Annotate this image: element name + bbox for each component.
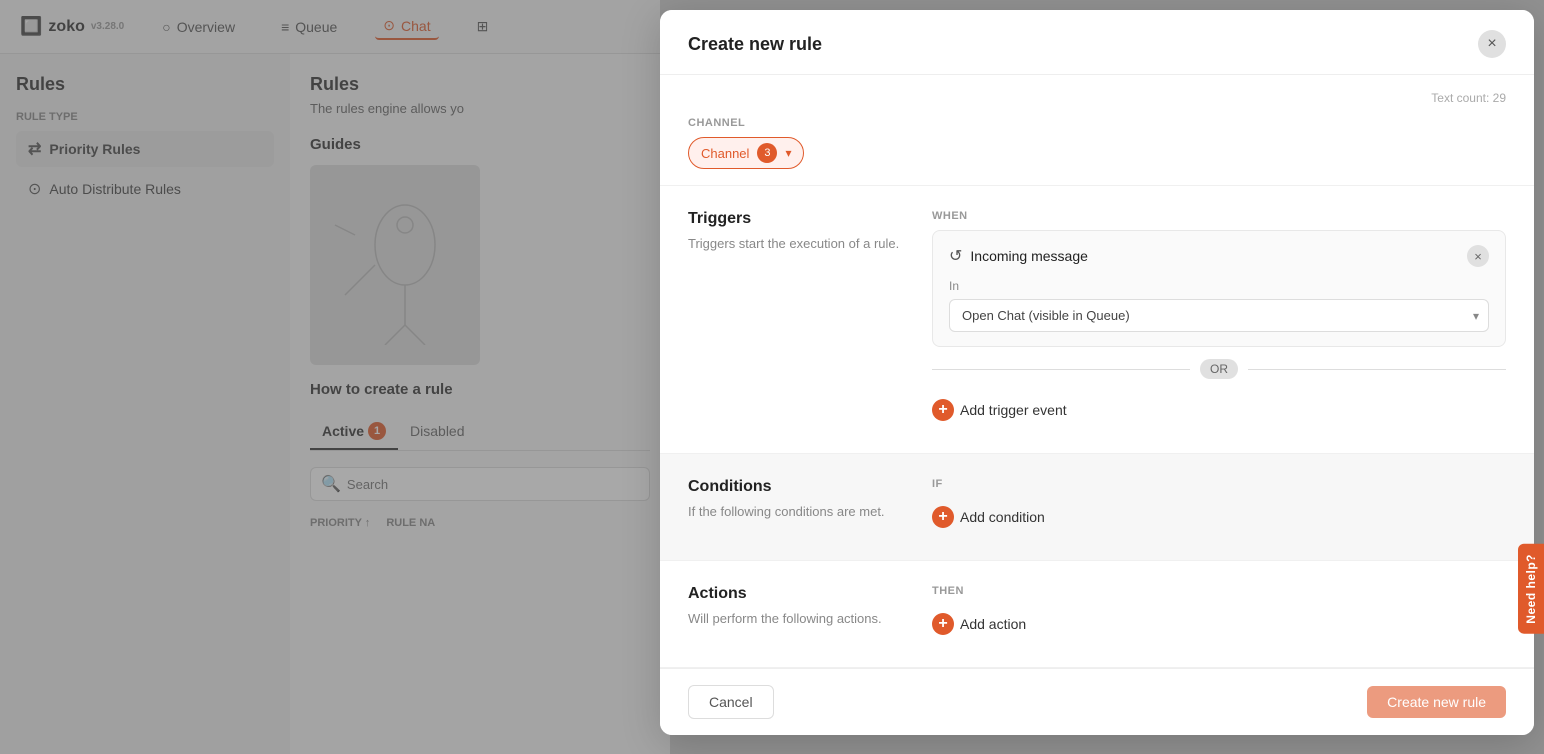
trigger-title-row: ↺ Incoming message <box>949 246 1088 266</box>
conditions-left: Conditions If the following conditions a… <box>688 478 908 536</box>
or-line-left <box>932 369 1190 370</box>
or-divider: OR <box>932 359 1506 379</box>
add-condition-label: Add condition <box>960 509 1045 525</box>
triggers-desc: Triggers start the execution of a rule. <box>688 234 908 254</box>
triggers-title: Triggers <box>688 210 908 228</box>
when-label: WHEN <box>932 210 1506 222</box>
conditions-right: IF + Add condition <box>932 478 1506 536</box>
channel-chevron-icon: ▾ <box>785 146 791 160</box>
or-badge: OR <box>1200 359 1238 379</box>
add-condition-icon: + <box>932 506 954 528</box>
text-count: Text count: 29 <box>1431 91 1506 105</box>
trigger-remove-button[interactable]: × <box>1467 245 1489 267</box>
trigger-name: Incoming message <box>970 248 1088 264</box>
add-condition-button[interactable]: + Add condition <box>932 498 1045 536</box>
channel-count-badge: 3 <box>757 143 777 163</box>
conditions-title: Conditions <box>688 478 908 496</box>
add-trigger-icon: + <box>932 399 954 421</box>
modal-close-button[interactable]: × <box>1478 30 1506 58</box>
or-line-right <box>1248 369 1506 370</box>
create-rule-modal: Create new rule × Text count: 29 Channel… <box>660 10 1534 735</box>
add-action-label: Add action <box>960 616 1026 632</box>
conditions-desc: If the following conditions are met. <box>688 502 908 522</box>
actions-section: Actions Will perform the following actio… <box>660 561 1534 668</box>
channel-dropdown[interactable]: Channel 3 ▾ <box>688 137 804 169</box>
create-rule-button[interactable]: Create new rule <box>1367 686 1506 718</box>
modal-footer: Cancel Create new rule <box>660 668 1534 735</box>
need-help-tab[interactable]: Need help? <box>1518 544 1544 634</box>
add-action-icon: + <box>932 613 954 635</box>
trigger-box: ↺ Incoming message × In Open Chat (visib… <box>932 230 1506 347</box>
channel-top: Text count: 29 <box>688 91 1506 105</box>
channel-dropdown-label: Channel <box>701 146 749 161</box>
actions-left: Actions Will perform the following actio… <box>688 585 908 643</box>
then-label: THEN <box>932 585 1506 597</box>
actions-title: Actions <box>688 585 908 603</box>
triggers-section: Triggers Triggers start the execution of… <box>660 186 1534 454</box>
actions-right: THEN + Add action <box>932 585 1506 643</box>
add-trigger-button[interactable]: + Add trigger event <box>932 391 1067 429</box>
triggers-right: WHEN ↺ Incoming message × In <box>932 210 1506 429</box>
trigger-chat-select[interactable]: Open Chat (visible in Queue) All Chats Q… <box>949 299 1489 332</box>
modal-body: Text count: 29 Channel Channel 3 ▾ Trigg… <box>660 75 1534 668</box>
actions-desc: Will perform the following actions. <box>688 609 908 629</box>
channel-section: Text count: 29 Channel Channel 3 ▾ <box>660 75 1534 186</box>
modal-header: Create new rule × <box>660 10 1534 75</box>
channel-label: Channel <box>688 117 1506 129</box>
incoming-message-icon: ↺ <box>949 246 962 266</box>
if-label: IF <box>932 478 1506 490</box>
modal-overlay: Create new rule × Text count: 29 Channel… <box>0 0 1544 754</box>
conditions-section: Conditions If the following conditions a… <box>660 454 1534 561</box>
add-trigger-label: Add trigger event <box>960 402 1067 418</box>
add-action-button[interactable]: + Add action <box>932 605 1026 643</box>
cancel-button[interactable]: Cancel <box>688 685 774 719</box>
triggers-left: Triggers Triggers start the execution of… <box>688 210 908 429</box>
trigger-header: ↺ Incoming message × <box>949 245 1489 267</box>
trigger-select-wrapper: Open Chat (visible in Queue) All Chats Q… <box>949 299 1489 332</box>
trigger-in-label: In <box>949 279 1489 293</box>
modal-title: Create new rule <box>688 34 822 55</box>
